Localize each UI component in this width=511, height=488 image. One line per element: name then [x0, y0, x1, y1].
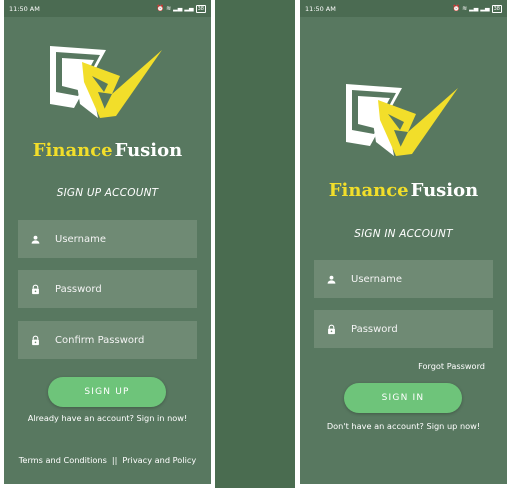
password-input[interactable] — [351, 323, 481, 335]
alarm-icon: ⏰ — [452, 5, 461, 12]
username-input[interactable] — [55, 233, 185, 245]
lock-icon — [30, 335, 41, 346]
brand-name: Finance Fusion — [32, 140, 183, 161]
status-bar: 11:50 AM ⏰ ≋ ▂▄ ▂▄ 38 — [4, 0, 211, 17]
lock-icon — [30, 284, 41, 295]
finance-fusion-logo — [346, 84, 458, 160]
brand-name: Finance Fusion — [328, 180, 479, 201]
status-time: 11:50 AM — [305, 4, 336, 13]
confirm-password-input[interactable] — [55, 334, 185, 346]
battery-icon: 38 — [491, 4, 502, 13]
forgot-password-link[interactable]: Forgot Password — [418, 361, 485, 371]
page-title: SIGN IN ACCOUNT — [354, 228, 453, 240]
signal-icon: ▂▄ — [480, 5, 490, 12]
sign-up-button[interactable]: SIGN UP — [48, 377, 166, 407]
signup-screen: 11:50 AM ⏰ ≋ ▂▄ ▂▄ 38 Finance Fusion SIGN… — [4, 0, 211, 484]
signal-icon: ▂▄ — [469, 5, 479, 12]
wifi-icon: ≋ — [462, 5, 468, 12]
password-field[interactable] — [314, 310, 493, 348]
footer-links: Terms and Conditions || Privacy and Policy — [4, 455, 211, 465]
page-title: SIGN UP ACCOUNT — [56, 187, 159, 199]
username-field[interactable] — [18, 220, 197, 258]
privacy-link[interactable]: Privacy and Policy — [122, 455, 196, 465]
finance-fusion-logo — [50, 46, 162, 122]
sign-in-button[interactable]: SIGN IN — [344, 383, 462, 413]
background-panel — [215, 0, 295, 488]
sign-in-link[interactable]: Already have an account? Sign in now! — [4, 413, 211, 423]
footer-separator: || — [111, 455, 118, 465]
lock-icon — [326, 324, 337, 335]
username-input[interactable] — [351, 273, 481, 285]
battery-icon: 38 — [195, 4, 206, 13]
password-input[interactable] — [55, 283, 185, 295]
user-icon — [326, 274, 337, 285]
sign-up-link[interactable]: Don't have an account? Sign up now! — [300, 421, 507, 431]
status-bar: 11:50 AM ⏰ ≋ ▂▄ ▂▄ 38 — [300, 0, 507, 17]
terms-link[interactable]: Terms and Conditions — [19, 455, 107, 465]
password-field[interactable] — [18, 270, 197, 308]
signal-icon: ▂▄ — [184, 5, 194, 12]
user-icon — [30, 234, 41, 245]
status-time: 11:50 AM — [9, 4, 40, 13]
wifi-icon: ≋ — [166, 5, 172, 12]
signal-icon: ▂▄ — [173, 5, 183, 12]
confirm-password-field[interactable] — [18, 321, 197, 359]
username-field[interactable] — [314, 260, 493, 298]
signin-screen: 11:50 AM ⏰ ≋ ▂▄ ▂▄ 38 Finance Fusion SIGN… — [300, 0, 507, 484]
alarm-icon: ⏰ — [156, 5, 165, 12]
